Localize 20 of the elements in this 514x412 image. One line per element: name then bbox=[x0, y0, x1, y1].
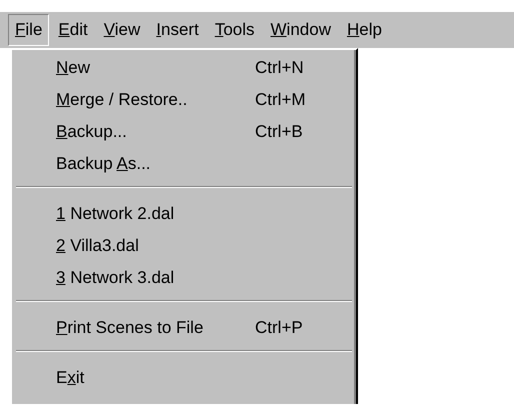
menu-item[interactable]: 1 Network 2.dal bbox=[56, 201, 255, 227]
menu-item[interactable]: Backup As... bbox=[56, 151, 255, 177]
menu-item[interactable]: Merge / Restore.. bbox=[56, 87, 255, 113]
menu-bar-item[interactable]: View bbox=[96, 14, 148, 46]
menu-item[interactable]: Print Scenes to File bbox=[56, 315, 255, 341]
shortcut-label: Ctrl+M bbox=[255, 89, 306, 112]
menu-bar-item[interactable]: Edit bbox=[51, 14, 95, 46]
shortcut-label: Ctrl+N bbox=[255, 57, 304, 80]
menu-bar-item[interactable]: File bbox=[8, 14, 50, 46]
menu-bar-item[interactable]: Tools bbox=[208, 14, 262, 46]
menu-bar-item[interactable]: Window bbox=[264, 14, 338, 46]
menu-item[interactable]: New bbox=[56, 55, 255, 81]
menu-item[interactable]: 3 Network 3.dal bbox=[56, 265, 255, 291]
menu-bar-item[interactable]: Help bbox=[340, 14, 389, 46]
shortcut-label: Ctrl+P bbox=[255, 317, 303, 340]
menu-item[interactable]: 2 Villa3.dal bbox=[56, 233, 255, 259]
menu-item[interactable]: Exit bbox=[56, 365, 255, 391]
shortcut-label: Ctrl+B bbox=[255, 121, 303, 144]
menu-bar-item[interactable]: Insert bbox=[149, 14, 206, 46]
menu-item[interactable]: Backup... bbox=[56, 119, 255, 145]
